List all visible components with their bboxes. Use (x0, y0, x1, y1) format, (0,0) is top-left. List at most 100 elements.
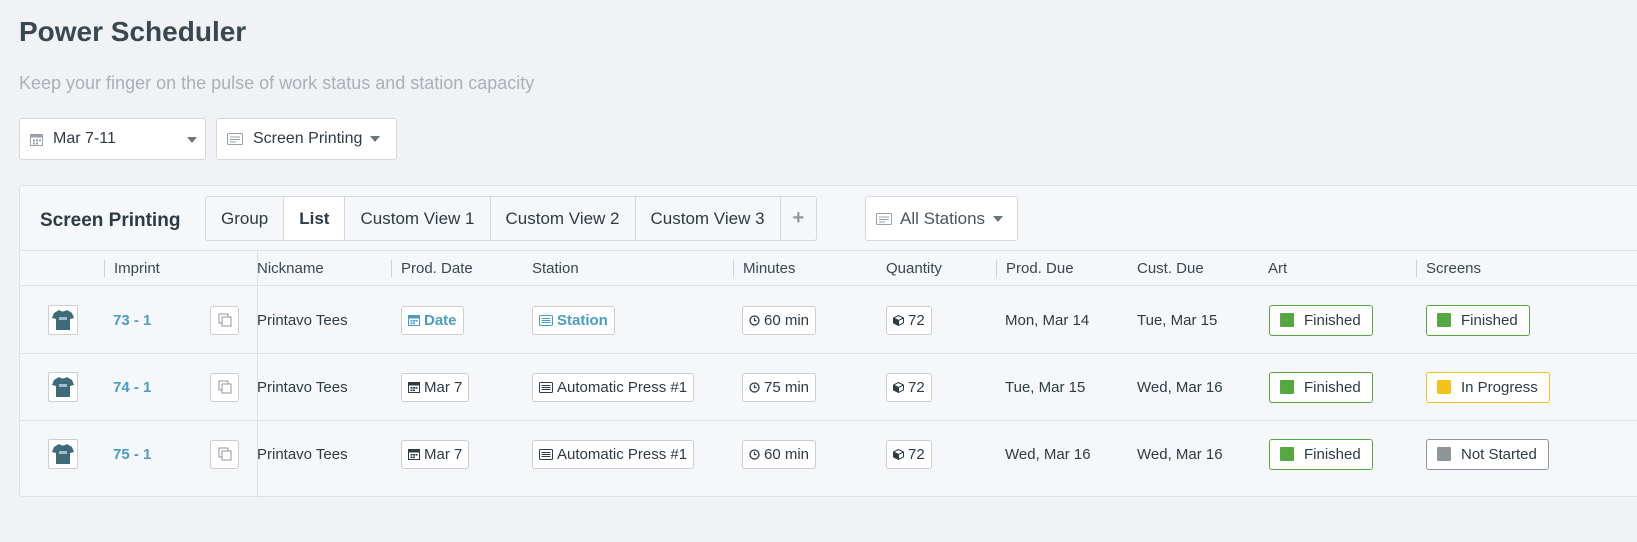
clock-icon (749, 381, 760, 393)
prod-date-button[interactable]: Date (401, 305, 464, 335)
clock-icon (749, 448, 760, 460)
chevron-down-icon (993, 215, 1004, 222)
art-status-button[interactable]: Finished (1269, 438, 1373, 470)
cell-copy (210, 421, 239, 487)
cell-station: Automatic Press #1 (532, 421, 695, 487)
screens-status-button[interactable]: In Progress (1426, 371, 1550, 403)
page-title: Power Scheduler (19, 16, 247, 47)
col-screens[interactable]: Screens (1416, 260, 1481, 277)
art-status-label: Finished (1304, 445, 1361, 463)
cell-copy (210, 354, 239, 420)
cube-icon (893, 381, 904, 393)
station-filter-value: All Stations (900, 208, 986, 228)
table-row: 75 - 1 Printavo Tees Mar 7 Automatic Pre… (20, 421, 1637, 488)
copy-icon (218, 380, 231, 394)
imprint-link[interactable]: 74 - 1 (113, 379, 151, 396)
cell-screens: Not Started (1426, 421, 1549, 487)
chevron-down-icon (187, 137, 197, 143)
cust-due-text: Tue, Mar 15 (1137, 311, 1218, 329)
quantity-button[interactable]: 72 (886, 439, 932, 469)
date-range-filter[interactable]: Mar 7-11 (19, 118, 206, 160)
art-status-button[interactable]: Finished (1269, 371, 1373, 403)
prod-date-value: Mar 7 (424, 445, 463, 463)
station-icon (539, 381, 553, 393)
prod-date-button[interactable]: Mar 7 (401, 372, 470, 402)
screens-status-button[interactable]: Finished (1426, 304, 1530, 336)
department-filter[interactable]: Screen Printing (216, 118, 397, 160)
col-prod-date[interactable]: Prod. Date (391, 260, 473, 277)
quantity-button[interactable]: 72 (886, 305, 932, 335)
copy-icon (218, 313, 231, 327)
status-indicator (1437, 313, 1451, 327)
view-tabs: Group List Custom View 1 Custom View 2 C… (205, 196, 818, 241)
copy-icon (218, 447, 231, 461)
prod-date-value: Mar 7 (424, 378, 463, 396)
col-cust-due[interactable]: Cust. Due (1128, 260, 1204, 277)
add-view-button[interactable]: + (781, 197, 817, 240)
cell-copy (210, 287, 239, 353)
minutes-button[interactable]: 75 min (742, 372, 817, 402)
cell-cust-due: Wed, Mar 16 (1137, 421, 1223, 487)
col-quantity[interactable]: Quantity (877, 260, 942, 277)
imprint-link[interactable]: 75 - 1 (113, 446, 151, 463)
station-value: Automatic Press #1 (557, 445, 688, 463)
quantity-value: 72 (908, 378, 925, 396)
station-icon (876, 212, 892, 225)
col-art[interactable]: Art (1259, 260, 1287, 277)
tshirt-thumbnail[interactable] (48, 439, 78, 469)
art-status-button[interactable]: Finished (1269, 304, 1373, 336)
tshirt-thumbnail[interactable] (48, 305, 78, 335)
screen-printing-icon (227, 133, 243, 145)
minutes-button[interactable]: 60 min (742, 439, 817, 469)
col-minutes[interactable]: Minutes (733, 260, 796, 277)
tshirt-icon (52, 444, 74, 464)
cell-prod-due: Wed, Mar 16 (1005, 421, 1091, 487)
cust-due-text: Wed, Mar 16 (1137, 445, 1223, 463)
tab-custom-view-1[interactable]: Custom View 1 (345, 197, 491, 240)
quantity-button[interactable]: 72 (886, 372, 932, 402)
cell-screens: Finished (1426, 287, 1530, 353)
calendar-icon (408, 448, 420, 460)
tshirt-thumbnail[interactable] (48, 372, 78, 402)
screens-status-button[interactable]: Not Started (1426, 438, 1549, 470)
imprint-link[interactable]: 73 - 1 (113, 312, 151, 329)
cell-station: Automatic Press #1 (532, 354, 695, 420)
copy-button[interactable] (210, 305, 239, 335)
station-filter[interactable]: All Stations (865, 196, 1018, 241)
prod-due-text: Tue, Mar 15 (1005, 378, 1086, 396)
cell-minutes: 60 min (742, 421, 817, 487)
cube-icon (893, 314, 904, 326)
col-station[interactable]: Station (523, 260, 579, 277)
cell-imprint: 73 - 1 (113, 287, 151, 353)
art-status-label: Finished (1304, 311, 1361, 329)
screens-status-label: Finished (1461, 311, 1518, 329)
cust-due-text: Wed, Mar 16 (1137, 378, 1223, 396)
table-row: 74 - 1 Printavo Tees Mar 7 Automatic Pre… (20, 354, 1637, 421)
col-imprint[interactable]: Imprint (104, 260, 160, 277)
cell-thumbnail (48, 287, 78, 353)
col-prod-due[interactable]: Prod. Due (996, 260, 1074, 277)
copy-button[interactable] (210, 439, 239, 469)
cell-minutes: 60 min (742, 287, 817, 353)
calendar-icon (30, 133, 43, 146)
cell-screens: In Progress (1426, 354, 1550, 420)
copy-button[interactable] (210, 372, 239, 402)
panel-header: Screen Printing Group List Custom View 1… (20, 186, 1637, 251)
minutes-button[interactable]: 60 min (742, 305, 817, 335)
station-button[interactable]: Automatic Press #1 (532, 372, 695, 402)
tab-custom-view-2[interactable]: Custom View 2 (491, 197, 636, 240)
art-status-label: Finished (1304, 378, 1361, 396)
col-nickname[interactable]: Nickname (248, 260, 324, 277)
tab-custom-view-3[interactable]: Custom View 3 (636, 197, 781, 240)
station-button[interactable]: Station (532, 305, 615, 335)
quantity-value: 72 (908, 445, 925, 463)
prod-date-button[interactable]: Mar 7 (401, 439, 470, 469)
tab-group[interactable]: Group (206, 197, 285, 240)
status-indicator (1280, 380, 1294, 394)
tab-list[interactable]: List (284, 197, 346, 240)
status-indicator (1280, 313, 1294, 327)
department-value: Screen Printing (253, 130, 363, 147)
cell-quantity: 72 (886, 287, 932, 353)
station-button[interactable]: Automatic Press #1 (532, 439, 695, 469)
cell-thumbnail (48, 354, 78, 420)
